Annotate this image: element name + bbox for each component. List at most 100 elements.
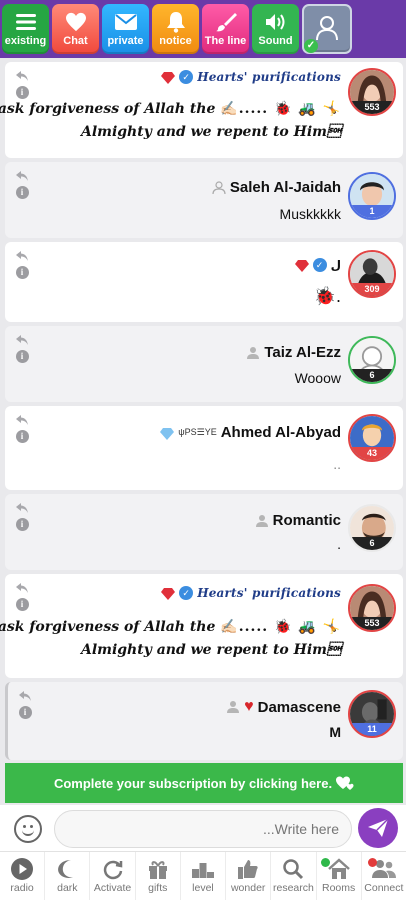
sound-button[interactable]: Sound [252,4,299,54]
nav-label: research [272,882,314,894]
avatar[interactable]: 553 [348,68,396,116]
info-icon[interactable]: i [15,598,29,611]
person-outline-icon [212,180,226,194]
avatar[interactable]: 309 [348,250,396,298]
avatar[interactable]: 6 [348,504,396,552]
message-input[interactable] [54,810,352,848]
thumbs-up-icon [235,857,261,881]
message-item[interactable]: i ♥ Damascene M 11 [5,682,403,760]
message-item[interactable]: i Saleh Al-Jaidah Muskkkkk 1 [5,162,403,238]
nav-rooms[interactable]: Rooms [317,852,362,900]
send-button[interactable] [358,808,398,848]
emoji-strip: ✍🏻..... 🐞 🚜 🤸 [220,101,341,117]
avatar[interactable]: 6 [348,336,396,384]
profile-button[interactable]: ✓ [302,4,352,54]
sender-name[interactable]: Ahmed Al-Abyad [221,424,341,441]
hamburger-icon [13,11,39,33]
nav-research[interactable]: research [271,852,317,900]
message-item[interactable]: i Taiz Al-Ezz Wooow 6 [5,326,403,402]
avatar[interactable]: 553 [348,584,396,632]
diamond-icon [160,427,175,440]
moon-icon [54,857,80,881]
avatar[interactable]: 1 [348,172,396,220]
reply-icon[interactable] [15,70,29,82]
nav-label: level [192,882,214,894]
nav-level[interactable]: level [181,852,227,900]
nav-gifts[interactable]: gifts [136,852,181,900]
sender-name[interactable]: Damascene [258,699,341,716]
level-badge: 1 [350,205,394,218]
reply-icon[interactable] [15,582,29,594]
person-icon [255,514,268,527]
nav-label: dark [57,882,78,894]
sender-name[interactable]: Hearts' purifications [197,586,341,600]
nav-radio[interactable]: radio [0,852,46,900]
message-text: 🐞. [313,286,341,306]
message-text: I ask forgiveness of Allah the ✍🏻..... 🐞… [0,101,341,117]
message-item[interactable]: i ✓ ل 🐞. 309 [5,242,403,322]
banner-text: Complete your subscription by clicking h… [53,775,333,791]
info-icon[interactable]: i [15,350,29,363]
chat-button[interactable]: Chat [52,4,99,54]
diamond-icon [294,259,309,272]
hearts-icon [336,776,354,790]
existing-button[interactable]: existing [2,4,49,54]
reply-icon[interactable] [15,170,29,182]
verified-icon: ✓ [179,70,194,84]
notice-button[interactable]: notice [152,4,199,54]
message-item[interactable]: i ✓ Hearts' purifications I ask forgiven… [0,574,403,678]
status-dot [367,858,377,867]
message-item[interactable]: i ✓ Hearts' purifications I ask forgiven… [0,62,403,158]
reply-icon[interactable] [15,250,29,262]
info-icon[interactable]: i [15,266,29,279]
message-text: M [329,724,341,740]
sender-name[interactable]: ل [331,258,341,272]
heart-icon [63,11,89,33]
level-badge: 309 [350,283,394,296]
info-icon[interactable]: i [15,186,29,199]
reply-icon[interactable] [18,690,32,702]
status-dot [320,858,330,867]
person-icon [227,701,240,713]
send-icon [368,818,389,837]
info-icon[interactable]: i [15,518,29,531]
sound-label: Sound [258,35,293,47]
message-item[interactable]: i Romantic . 6 [5,494,403,570]
play-icon [9,857,35,881]
smiley-icon[interactable] [14,815,42,843]
sender-name[interactable]: Hearts' purifications [197,70,341,84]
reply-icon[interactable] [15,334,29,346]
chat-feed[interactable]: i ✓ Hearts' purifications I ask forgiven… [0,58,406,761]
level-badge: 11 [350,723,394,736]
message-item[interactable]: i ψΡS☰YE Ahmed Al-Abyad .. 43 [5,406,403,490]
message-text: Wooow [294,370,341,386]
info-icon[interactable]: i [15,430,29,443]
heart-icon: ♥ [244,698,254,715]
person-icon [247,346,260,359]
avatar[interactable]: 43 [348,414,396,462]
nav-label: wonder [230,882,266,894]
level-badge: 6 [350,537,394,550]
sender-name[interactable]: Saleh Al-Jaidah [230,179,341,196]
gift-icon [145,857,171,881]
nav-wonder[interactable]: wonder [226,852,272,900]
nav-dark[interactable]: dark [45,852,91,900]
nav-connect[interactable]: Connect [362,852,406,900]
nav-activate[interactable]: Activate [90,852,136,900]
bell-icon [163,11,189,33]
private-button[interactable]: private [102,4,149,54]
level-badge: 6 [350,369,394,382]
avatar[interactable]: 11 [348,690,396,738]
info-icon[interactable]: i [18,706,32,719]
speaker-icon [263,11,289,33]
the-line-button[interactable]: The line [202,4,249,54]
chat-label: Chat [63,35,88,47]
message-text: I ask forgiveness of Allah the ✍🏻..... 🐞… [0,619,341,635]
sender-name[interactable]: Romantic [273,512,341,529]
podium-icon [190,857,216,881]
nav-label: Connect [364,882,404,894]
subscription-banner[interactable]: Complete your subscription by clicking h… [5,763,403,803]
sender-name[interactable]: Taiz Al-Ezz [264,344,341,361]
reply-icon[interactable] [15,414,29,426]
reply-icon[interactable] [15,502,29,514]
